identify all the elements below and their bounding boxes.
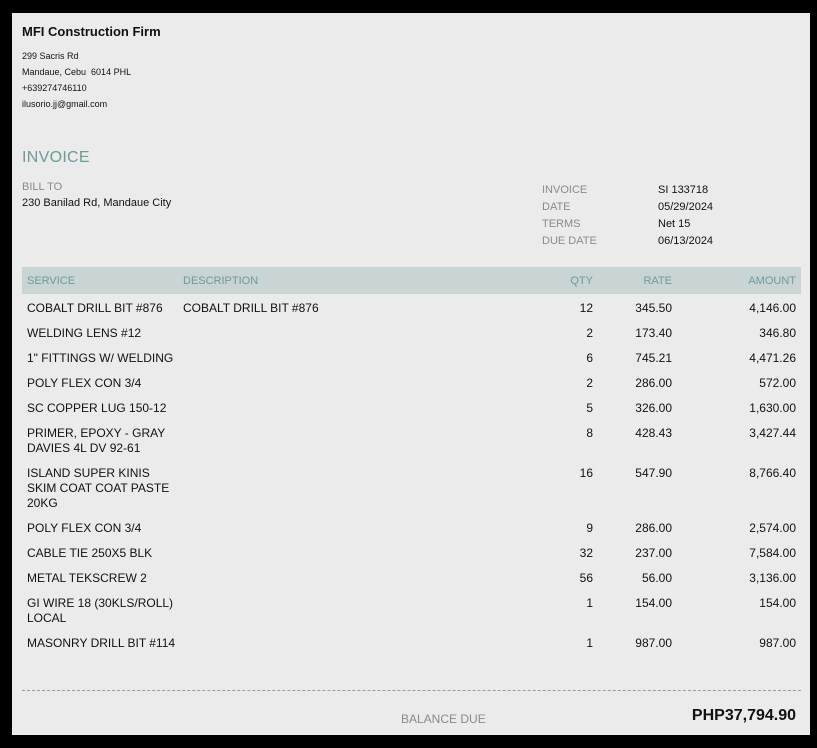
company-email: ilusorio.jj@gmail.com	[22, 99, 108, 109]
company-info: MFI Construction Firm 299 Sacris Rd Mand…	[22, 24, 161, 112]
meta-value: 06/13/2024	[658, 234, 714, 247]
table-row: METAL TEKSCREW 2 56 56.00 3,136.00	[22, 571, 801, 586]
cell-qty: 1	[586, 636, 593, 650]
cell-amount: 7,584.00	[749, 546, 796, 560]
cell-qty: 1	[586, 596, 593, 610]
table-row: MASONRY DRILL BIT #114 1 987.00 987.00	[22, 636, 801, 651]
meta-label: INVOICE	[542, 183, 588, 196]
cell-qty: 16	[579, 466, 593, 480]
meta-value: 05/29/2024	[658, 200, 714, 213]
cell-rate: 286.00	[635, 376, 672, 390]
company-name: MFI Construction Firm	[22, 24, 161, 39]
bill-to: BILL TO 230 Banilad Rd, Mandaue City	[22, 181, 171, 209]
table-row: POLY FLEX CON 3/4 9 286.00 2,574.00	[22, 521, 801, 536]
cell-amount: 1,630.00	[749, 401, 796, 415]
balance-due-value: PHP37,794.90	[691, 707, 796, 724]
cell-service: SC COPPER LUG 150-12	[27, 401, 167, 415]
cell-rate: 154.00	[635, 596, 672, 610]
header-description: DESCRIPTION	[183, 275, 259, 287]
table-row: POLY FLEX CON 3/4 2 286.00 572.00	[22, 376, 801, 391]
meta-label: DUE DATE	[542, 234, 597, 247]
cell-qty: 2	[586, 326, 593, 340]
invoice-meta: INVOICE SI 133718 DATE 05/29/2024 TERMS …	[542, 181, 713, 249]
cell-rate: 428.43	[635, 426, 672, 440]
meta-date-row: DATE 05/29/2024	[542, 198, 713, 215]
cell-qty: 12	[579, 301, 593, 315]
meta-terms-row: TERMS Net 15	[542, 215, 713, 232]
cell-service: POLY FLEX CON 3/4	[27, 521, 142, 535]
cell-service: PRIMER, EPOXY - GRAY DAVIES 4L DV 92-61	[27, 426, 166, 455]
table-row: 1" FITTINGS W/ WELDING 6 745.21 4,471.26	[22, 351, 801, 366]
cell-rate: 237.00	[635, 546, 672, 560]
cell-rate: 326.00	[635, 401, 672, 415]
table-row: ISLAND SUPER KINIS SKIM COAT COAT PASTE …	[22, 466, 801, 511]
company-address-line2: Mandaue, Cebu 6014 PHL	[22, 67, 132, 77]
bill-to-address: 230 Banilad Rd, Mandaue City	[22, 197, 172, 209]
cell-rate: 987.00	[635, 636, 672, 650]
bill-to-label: BILL TO	[22, 181, 63, 193]
cell-amount: 4,471.26	[749, 351, 796, 365]
meta-label: TERMS	[542, 217, 581, 230]
cell-rate: 745.21	[635, 351, 672, 365]
meta-invoice-row: INVOICE SI 133718	[542, 181, 713, 198]
cell-service: MASONRY DRILL BIT #114	[27, 636, 176, 650]
table-row: GI WIRE 18 (30KLS/ROLL) LOCAL 1 154.00 1…	[22, 596, 801, 626]
cell-qty: 56	[579, 571, 593, 585]
cell-service: ISLAND SUPER KINIS SKIM COAT COAT PASTE …	[27, 466, 170, 510]
cell-rate: 56.00	[641, 571, 672, 585]
cell-amount: 8,766.40	[749, 466, 796, 480]
header-amount: AMOUNT	[748, 275, 796, 287]
cell-qty: 2	[586, 376, 593, 390]
cell-qty: 5	[586, 401, 593, 415]
meta-value: Net 15	[658, 217, 691, 230]
cell-service: WELDING LENS #12	[27, 326, 142, 340]
cell-service: METAL TEKSCREW 2	[27, 571, 147, 585]
cell-amount: 346.80	[759, 326, 796, 340]
line-items: COBALT DRILL BIT #876 COBALT DRILL BIT #…	[22, 301, 801, 661]
cell-qty: 9	[586, 521, 593, 535]
meta-label: DATE	[542, 200, 571, 213]
cell-amount: 572.00	[759, 376, 796, 390]
cell-service: CABLE TIE 250X5 BLK	[27, 546, 153, 560]
invoice-page: MFI Construction Firm 299 Sacris Rd Mand…	[12, 13, 810, 735]
cell-qty: 8	[586, 426, 593, 440]
cell-rate: 547.90	[635, 466, 672, 480]
cell-description: COBALT DRILL BIT #876	[183, 301, 319, 315]
company-phone: +639274746110	[22, 83, 87, 93]
cell-amount: 987.00	[759, 636, 796, 650]
cell-service: 1" FITTINGS W/ WELDING	[27, 351, 174, 365]
cell-rate: 286.00	[635, 521, 672, 535]
table-row: COBALT DRILL BIT #876 COBALT DRILL BIT #…	[22, 301, 801, 316]
cell-service: GI WIRE 18 (30KLS/ROLL) LOCAL	[27, 596, 174, 625]
cell-amount: 3,427.44	[749, 426, 796, 440]
balance-due-label: BALANCE DUE	[401, 712, 486, 726]
table-row: PRIMER, EPOXY - GRAY DAVIES 4L DV 92-61 …	[22, 426, 801, 456]
cell-service: COBALT DRILL BIT #876	[27, 301, 163, 315]
totals-divider	[22, 690, 801, 691]
header-service: SERVICE	[27, 275, 76, 287]
invoice-title: INVOICE	[22, 149, 90, 166]
table-row: SC COPPER LUG 150-12 5 326.00 1,630.00	[22, 401, 801, 416]
cell-qty: 6	[586, 351, 593, 365]
table-row: WELDING LENS #12 2 173.40 346.80	[22, 326, 801, 341]
cell-amount: 3,136.00	[749, 571, 796, 585]
cell-amount: 154.00	[759, 596, 796, 610]
meta-value: SI 133718	[658, 183, 709, 196]
cell-service: POLY FLEX CON 3/4	[27, 376, 142, 390]
header-qty: QTY	[570, 275, 593, 287]
table-row: CABLE TIE 250X5 BLK 32 237.00 7,584.00	[22, 546, 801, 561]
cell-rate: 345.50	[635, 301, 672, 315]
cell-rate: 173.40	[635, 326, 672, 340]
cell-qty: 32	[579, 546, 593, 560]
meta-due-date-row: DUE DATE 06/13/2024	[542, 232, 713, 249]
cell-amount: 2,574.00	[749, 521, 796, 535]
table-header: SERVICE DESCRIPTION QTY RATE AMOUNT	[22, 267, 801, 294]
company-address-line1: 299 Sacris Rd	[22, 51, 79, 61]
header-rate: RATE	[643, 275, 672, 287]
cell-amount: 4,146.00	[749, 301, 796, 315]
